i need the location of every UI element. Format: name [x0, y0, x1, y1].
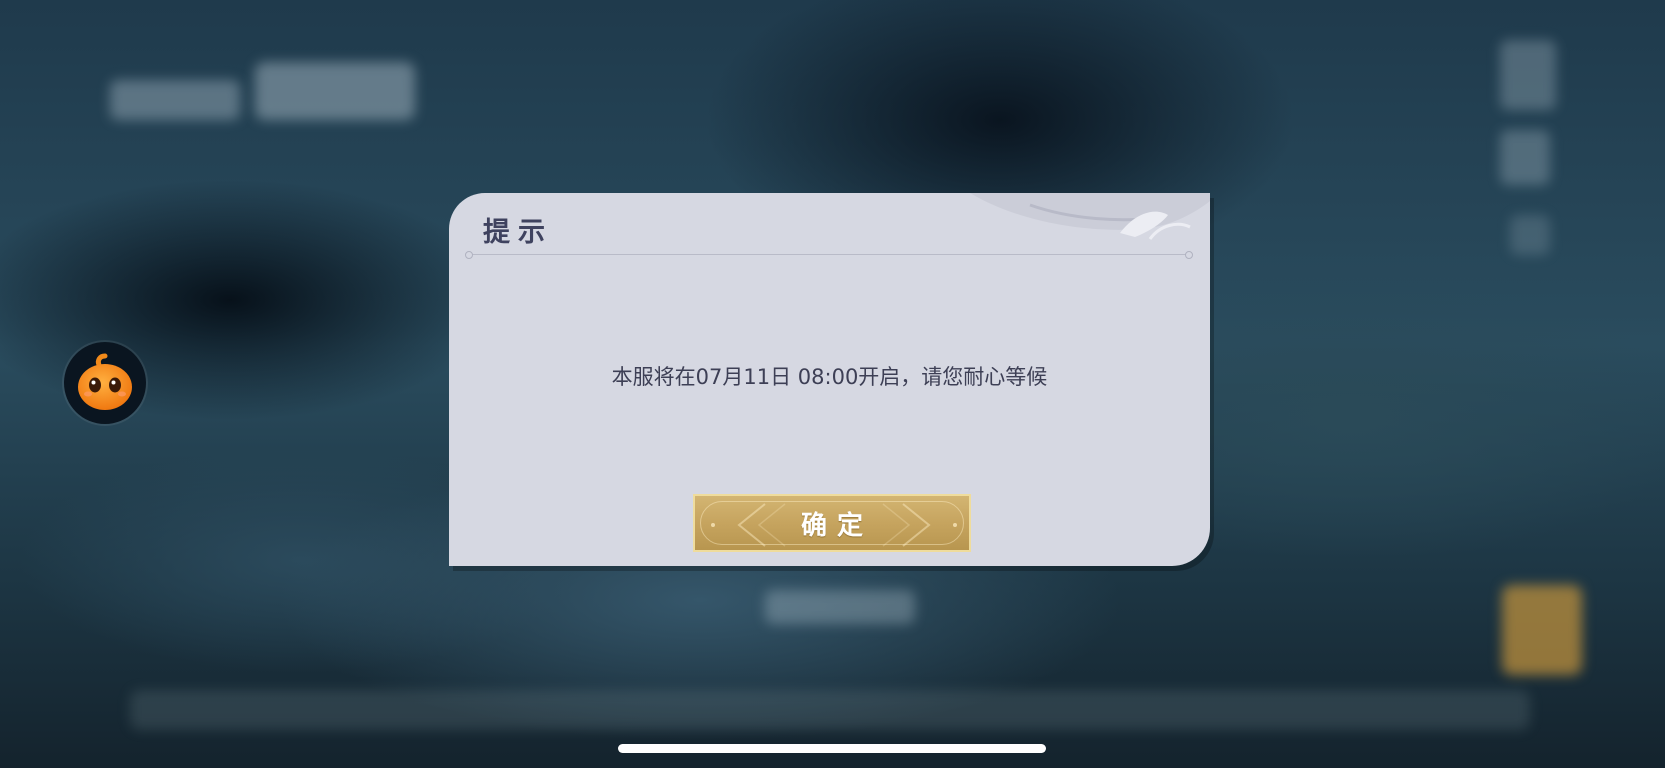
assistant-float-button[interactable]	[64, 342, 146, 424]
blurred-side-button	[1500, 130, 1550, 185]
blurred-footer-text	[130, 690, 1530, 730]
dialog-message: 本服将在07月11日 08:00开启，请您耐心等候	[611, 365, 1048, 389]
blurred-logo-left	[110, 80, 240, 120]
title-divider	[465, 251, 1193, 259]
notice-dialog: 提示 本服将在07月11日 08:00开启，请您耐心等候 确定	[449, 193, 1210, 566]
blurred-side-button	[1510, 215, 1550, 255]
blurred-side-button	[1500, 40, 1556, 110]
blurred-logo-right	[255, 62, 415, 120]
orange-mascot-icon	[78, 353, 132, 410]
home-indicator-bar[interactable]	[618, 744, 1046, 753]
dialog-title: 提示	[483, 217, 553, 248]
confirm-button[interactable]: 确定	[693, 494, 971, 552]
blurred-age-rating-badge	[1502, 585, 1582, 675]
confirm-button-label: 确定	[800, 510, 873, 541]
dialog-corner-ornament	[970, 193, 1210, 240]
blurred-start-text	[765, 590, 915, 624]
